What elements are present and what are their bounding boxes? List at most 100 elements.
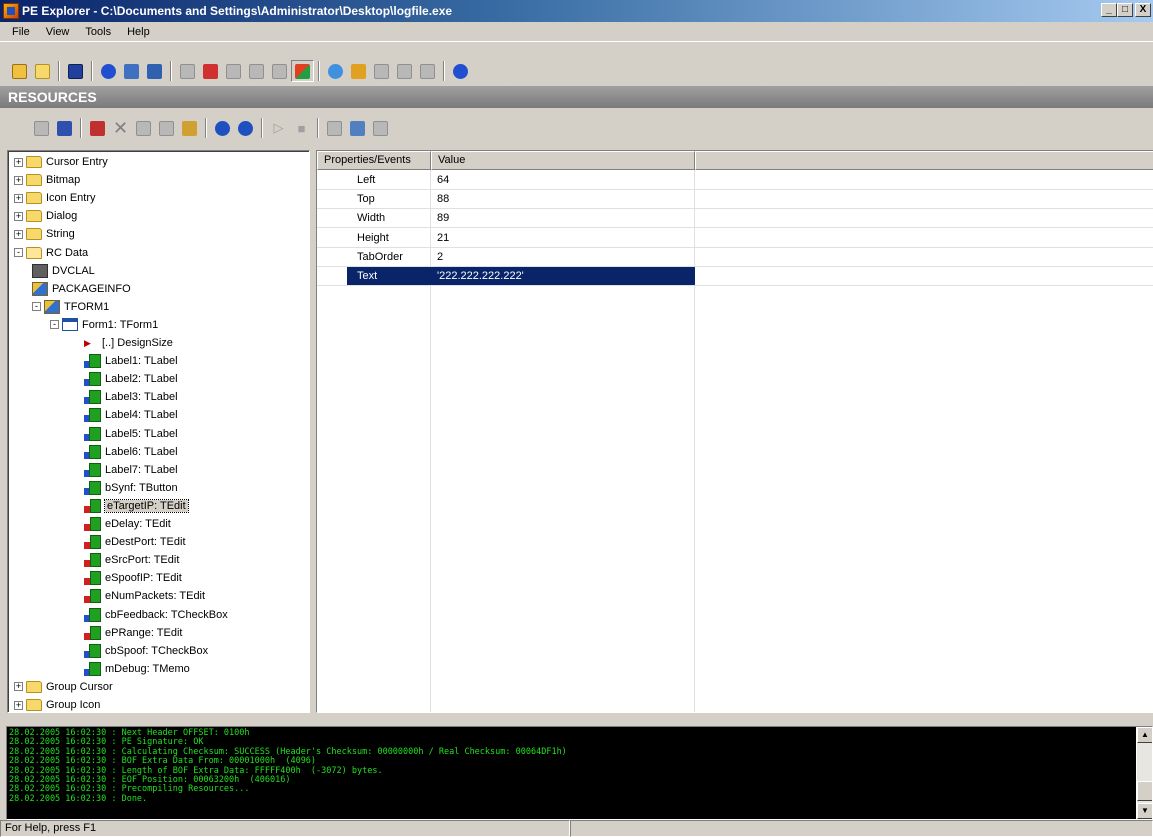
property-value[interactable]: 89: [437, 209, 449, 227]
property-row[interactable]: Top 88: [317, 190, 1153, 210]
help-button[interactable]: [449, 60, 472, 82]
dependency-scanner-button[interactable]: [347, 60, 370, 82]
debug-button[interactable]: [245, 60, 268, 82]
paste-button[interactable]: [155, 117, 178, 139]
expand-icon[interactable]: +: [14, 193, 23, 203]
expand-icon[interactable]: +: [14, 211, 23, 221]
expand-icon[interactable]: +: [14, 175, 23, 185]
resource-tree[interactable]: + Cursor Entry + Bitmap + Icon Entry + Dialog + S…: [7, 150, 310, 713]
resource-editor-button[interactable]: [291, 60, 314, 82]
menu-tools[interactable]: Tools: [77, 24, 119, 40]
tree-item[interactable]: Label6: TLabel: [84, 443, 178, 461]
tree-item[interactable]: Label2: TLabel: [84, 370, 178, 388]
property-value[interactable]: 64: [437, 171, 449, 189]
tree-item[interactable]: eSpoofIP: TEdit: [84, 569, 182, 587]
scroll-up-button[interactable]: ▲: [1137, 727, 1152, 743]
imports-button[interactable]: [199, 60, 222, 82]
move-down-button[interactable]: [211, 117, 234, 139]
tree-item[interactable]: eTargetIP: TEdit: [84, 497, 189, 515]
menu-help[interactable]: Help: [119, 24, 158, 40]
data-directories-button[interactable]: [120, 60, 143, 82]
scroll-down-button[interactable]: ▼: [1137, 803, 1152, 819]
delete-resource-button[interactable]: ✕: [109, 117, 132, 139]
maximize-button[interactable]: □: [1117, 3, 1133, 17]
tree-item[interactable]: DVCLAL: [32, 262, 95, 280]
property-row[interactable]: Left 64: [317, 171, 1153, 190]
digital-signature-button[interactable]: [416, 60, 439, 82]
tree-item[interactable]: - RC Data: [14, 244, 88, 262]
collapse-icon[interactable]: -: [14, 248, 23, 257]
property-row[interactable]: Height 21: [317, 229, 1153, 248]
open-folder-button[interactable]: [31, 60, 54, 82]
copy-resource-button[interactable]: [30, 117, 53, 139]
tree-item[interactable]: Label5: TLabel: [84, 425, 178, 443]
minimize-button[interactable]: _: [1101, 3, 1117, 17]
expand-icon[interactable]: +: [14, 229, 23, 239]
property-row[interactable]: Text '222.222.222.222': [317, 267, 1153, 286]
tree-item[interactable]: Label7: TLabel: [84, 461, 178, 479]
tree-item[interactable]: Label1: TLabel: [84, 352, 178, 370]
scroll-thumb[interactable]: [1137, 781, 1152, 801]
close-button[interactable]: X: [1135, 3, 1151, 17]
property-row[interactable]: TabOrder 2: [317, 248, 1153, 267]
save-button[interactable]: [64, 60, 87, 82]
delay-import-button[interactable]: [268, 60, 291, 82]
expand-icon[interactable]: +: [14, 682, 23, 692]
property-value[interactable]: 21: [437, 229, 449, 247]
disassembler-button[interactable]: [324, 60, 347, 82]
undo-button[interactable]: [132, 117, 155, 139]
tree-item[interactable]: + Icon Entry: [14, 189, 96, 207]
collapse-icon[interactable]: -: [50, 320, 59, 330]
tree-item[interactable]: Label3: TLabel: [84, 388, 178, 406]
stop-button[interactable]: ■: [290, 117, 313, 139]
section-editor-button[interactable]: [370, 60, 393, 82]
tree-item[interactable]: Label4: TLabel: [84, 406, 178, 424]
edit-resource-button[interactable]: [86, 117, 109, 139]
tree-item[interactable]: - TFORM1: [32, 298, 109, 316]
properties-grid[interactable]: Properties/Events Value Left 64 Top 88 Width…: [316, 150, 1153, 713]
headers-info-button[interactable]: [97, 60, 120, 82]
tree-item[interactable]: - Form1: TForm1: [50, 316, 158, 334]
property-row[interactable]: Width 89: [317, 209, 1153, 229]
tree-item[interactable]: + String: [14, 225, 75, 243]
tree-item[interactable]: ▶ [..] DesignSize: [84, 334, 173, 352]
expand-icon[interactable]: +: [14, 700, 23, 710]
open-button[interactable]: [8, 60, 31, 82]
tree-item[interactable]: + Group Icon: [14, 696, 100, 712]
tree-item[interactable]: eSrcPort: TEdit: [84, 551, 179, 569]
tree-item[interactable]: + Dialog: [14, 207, 77, 225]
search-resource-button[interactable]: [346, 117, 369, 139]
play-button[interactable]: ▷: [267, 117, 290, 139]
tree-item[interactable]: cbFeedback: TCheckBox: [84, 606, 228, 624]
menu-view[interactable]: View: [38, 24, 78, 40]
exports-button[interactable]: [176, 60, 199, 82]
tree-item[interactable]: eDestPort: TEdit: [84, 533, 186, 551]
property-value[interactable]: '222.222.222.222': [437, 267, 524, 285]
save-resource-button[interactable]: [53, 117, 76, 139]
property-value[interactable]: 2: [437, 248, 443, 266]
log-scrollbar[interactable]: ▲ ▼: [1136, 727, 1152, 819]
tree-item[interactable]: ePRange: TEdit: [84, 624, 182, 642]
tree-item[interactable]: + Bitmap: [14, 171, 80, 189]
move-up-button[interactable]: [234, 117, 257, 139]
expand-icon[interactable]: +: [14, 157, 23, 167]
property-value[interactable]: 88: [437, 190, 449, 208]
unpacker-button[interactable]: [393, 60, 416, 82]
tree-item[interactable]: PACKAGEINFO: [32, 280, 131, 298]
tree-item[interactable]: eDelay: TEdit: [84, 515, 171, 533]
replace-button[interactable]: [178, 117, 201, 139]
properties-button[interactable]: [369, 117, 392, 139]
view-button[interactable]: [323, 117, 346, 139]
tree-item[interactable]: + Group Cursor: [14, 678, 113, 696]
collapse-icon[interactable]: -: [32, 302, 41, 312]
section-headers-button[interactable]: [143, 60, 166, 82]
resources-button[interactable]: [222, 60, 245, 82]
menu-file[interactable]: File: [4, 24, 38, 40]
tree-item[interactable]: + Cursor Entry: [14, 153, 108, 171]
header-properties-events[interactable]: Properties/Events: [317, 151, 431, 170]
tree-item[interactable]: cbSpoof: TCheckBox: [84, 642, 208, 660]
tree-item[interactable]: bSynf: TButton: [84, 479, 178, 497]
tree-item[interactable]: eNumPackets: TEdit: [84, 587, 205, 605]
header-value[interactable]: Value: [431, 151, 695, 170]
tree-item[interactable]: mDebug: TMemo: [84, 660, 190, 678]
